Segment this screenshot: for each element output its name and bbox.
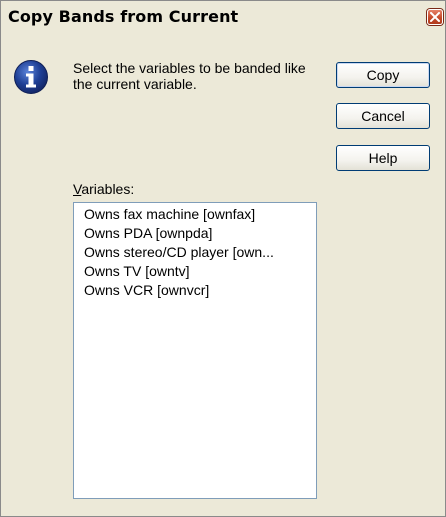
list-item[interactable]: Owns PDA [ownpda] [84, 224, 316, 243]
list-item[interactable]: Owns TV [owntv] [84, 262, 316, 281]
close-icon [430, 12, 440, 22]
help-button[interactable]: Help [336, 145, 430, 171]
close-button[interactable] [427, 9, 443, 25]
variables-label-text: ariables: [81, 181, 135, 197]
variables-listbox[interactable]: Owns fax machine [ownfax] Owns PDA [ownp… [73, 202, 317, 499]
instruction-text: Select the variables to be banded like t… [73, 60, 306, 92]
info-icon [14, 60, 48, 94]
list-item[interactable]: Owns stereo/CD player [own... [84, 243, 316, 262]
list-item[interactable]: Owns fax machine [ownfax] [84, 205, 316, 224]
cancel-button[interactable]: Cancel [336, 103, 430, 129]
dialog-title: Copy Bands from Current [8, 7, 239, 26]
copy-bands-dialog: Copy Bands from Current Select the varia… [0, 0, 446, 517]
title-bar[interactable]: Copy Bands from Current [1, 1, 445, 35]
copy-button[interactable]: Copy [336, 62, 430, 88]
variables-label: Variables: [73, 181, 134, 197]
list-item[interactable]: Owns VCR [ownvcr] [84, 281, 316, 300]
